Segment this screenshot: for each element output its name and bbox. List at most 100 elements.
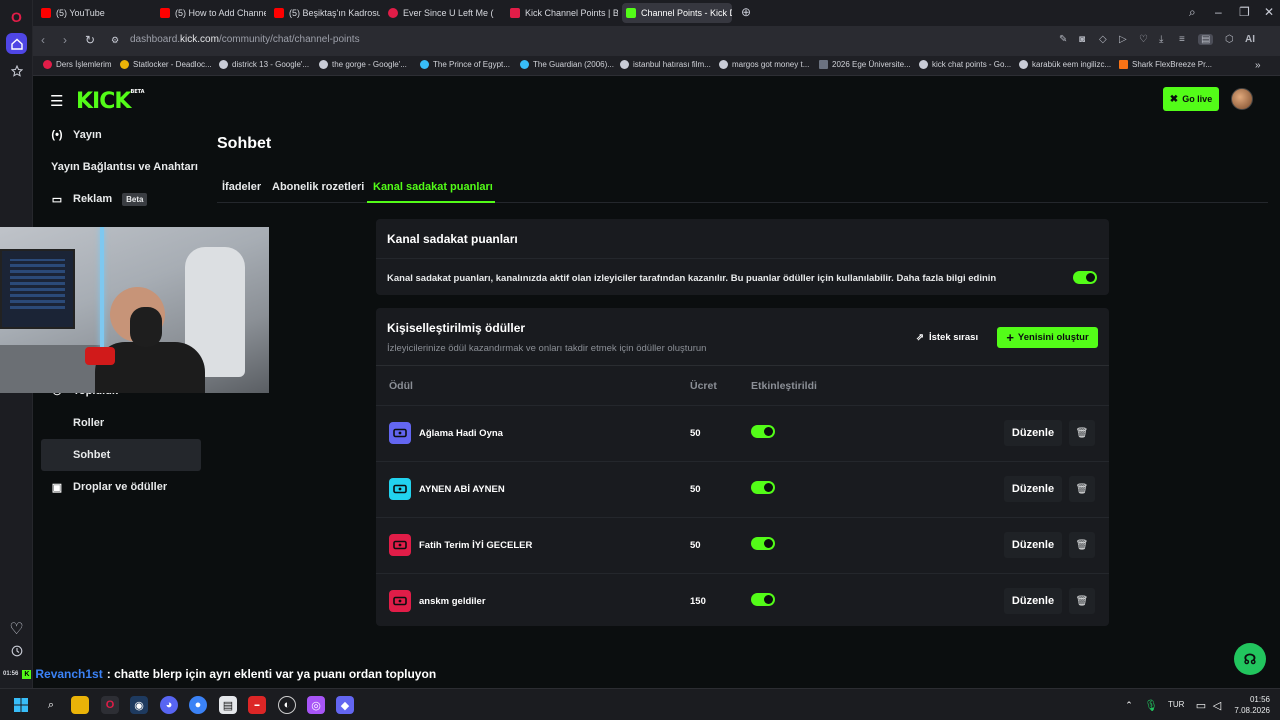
aria-ai-button[interactable]: AI <box>1245 34 1255 45</box>
create-reward-button[interactable]: + Yenisini oluştur <box>997 327 1098 348</box>
bookmark[interactable]: karabük eem ingilizc... <box>1019 60 1111 69</box>
support-chat-icon[interactable]: ☊ <box>1234 643 1266 675</box>
reward-toggle[interactable] <box>751 425 775 438</box>
app-icon[interactable]: ◎ <box>307 696 325 714</box>
avatar[interactable] <box>1231 88 1253 110</box>
clock[interactable]: 01:56 7.08.2026 <box>1230 694 1270 716</box>
bookmark[interactable]: the gorge - Google'... <box>319 60 407 69</box>
minimize-icon[interactable]: – <box>1215 5 1222 19</box>
close-icon[interactable]: ✕ <box>1264 5 1274 19</box>
table-row: AYNEN ABİ AYNEN 50 Düzenle 🗑 <box>376 462 1109 517</box>
reward-toggle[interactable] <box>751 593 775 606</box>
go-live-button[interactable]: ✖ Go live <box>1163 87 1219 111</box>
heart-icon[interactable]: ♡ <box>6 618 27 639</box>
site-info-icon[interactable]: ⚙ <box>111 35 119 46</box>
language-indicator[interactable]: TUR <box>1168 700 1184 709</box>
edit-button[interactable]: Düzenle <box>1004 420 1062 446</box>
discord-icon[interactable]: ◕ <box>160 696 178 714</box>
forward-icon[interactable]: › <box>63 33 67 47</box>
microphone-icon[interactable]: 🎙 <box>1142 696 1160 714</box>
reload-icon[interactable]: ↻ <box>85 33 95 47</box>
voicemeeter-icon[interactable]: ▬ <box>248 696 266 714</box>
notepad-icon[interactable]: ▤ <box>219 696 237 714</box>
edit-button[interactable]: Düzenle <box>1004 532 1062 558</box>
bookmark[interactable]: The Prince of Egypt... <box>420 60 510 69</box>
reward-toggle[interactable] <box>751 537 775 550</box>
more-bookmarks-icon[interactable]: » <box>1255 60 1261 71</box>
go-live-label: Go live <box>1182 94 1213 104</box>
bookmark[interactable]: Ders İşlemlerim <box>43 60 112 69</box>
bookmark[interactable]: margos got money t... <box>719 60 809 69</box>
edit-button[interactable]: Düzenle <box>1004 476 1062 502</box>
camera-icon[interactable]: ◙ <box>1079 34 1085 45</box>
bookmark[interactable]: The Guardian (2006)... <box>520 60 614 69</box>
loyalty-toggle[interactable] <box>1073 271 1097 284</box>
obs-icon[interactable]: ◐ <box>278 696 296 714</box>
file-explorer-icon[interactable] <box>71 696 89 714</box>
broadcast-icon: (•) <box>51 129 63 141</box>
steam-icon[interactable]: ◉ <box>130 696 148 714</box>
windows-start-icon[interactable] <box>12 696 30 714</box>
browser-tab[interactable]: (5) Beşiktaş'ın Kadrosu Yet <box>270 3 380 23</box>
chevron-up-icon[interactable]: ⌃ <box>1120 696 1138 714</box>
reward-toggle[interactable] <box>751 481 775 494</box>
bookmark[interactable]: Shark FlexBreeze Pr... <box>1119 60 1212 69</box>
request-queue-button[interactable]: ⇗ İstek sırası <box>916 327 978 347</box>
chat-username: Revanch1st <box>35 667 103 681</box>
sidebar-item-label: Yayın Bağlantısı ve Anahtarı <box>51 161 198 173</box>
bookmark[interactable]: kick chat points - Go... <box>919 60 1011 69</box>
new-tab-icon[interactable]: ⊕ <box>741 5 751 19</box>
edit-icon[interactable]: ✎ <box>1059 34 1067 45</box>
kick-logo[interactable]: KICKBETA <box>76 89 145 114</box>
browser-tab[interactable]: Ever Since U Left Me ( <box>384 3 494 23</box>
url-field[interactable]: dashboard.kick.com/community/chat/channe… <box>130 34 360 45</box>
history-icon[interactable] <box>6 640 27 661</box>
bookmark[interactable]: districk 13 - Google'... <box>219 60 309 69</box>
bookmark[interactable]: Statlocker - Deadloc... <box>120 60 212 69</box>
extensions-icon[interactable]: ⬡ <box>1225 34 1234 45</box>
app-icon[interactable]: ◆ <box>336 696 354 714</box>
heart-icon[interactable]: ♡ <box>1139 34 1148 45</box>
logo-text: KICK <box>76 89 131 114</box>
bookmark[interactable]: 2026 Ege Üniversite... <box>819 60 911 69</box>
trash-icon[interactable]: 🗑 <box>1069 476 1095 502</box>
bookmark-label: 2026 Ege Üniversite... <box>832 60 911 69</box>
opera-logo-icon[interactable]: O <box>6 6 27 27</box>
edit-button[interactable]: Düzenle <box>1004 588 1062 614</box>
tab-label: (5) How to Add Channel P <box>175 8 266 18</box>
shield-icon[interactable]: ◇ <box>1099 34 1107 45</box>
search-tabs-icon[interactable]: ⌕ <box>1189 5 1196 20</box>
vpn-icon[interactable]: ▤ <box>1198 34 1214 45</box>
browser-tab[interactable]: (5) How to Add Channel P <box>156 3 266 23</box>
browser-tab-active[interactable]: Channel Points - Kick Das <box>622 3 732 23</box>
star-icon[interactable] <box>6 60 27 81</box>
sidebar-item-drops[interactable]: ▣ Droplar ve ödüller <box>41 471 201 503</box>
menu-icon[interactable]: ≡ <box>1179 34 1185 45</box>
app-icon[interactable]: ● <box>189 696 207 714</box>
download-icon[interactable]: ⤓ <box>1159 34 1163 45</box>
search-icon[interactable]: ⌕ <box>42 696 60 714</box>
browser-tab[interactable]: Kick Channel Points | Blerp <box>506 3 618 23</box>
volume-icon[interactable]: ◁ <box>1208 696 1226 714</box>
play-icon[interactable]: ▷ <box>1119 34 1127 45</box>
tab-emotes[interactable]: İfadeler <box>222 181 261 193</box>
tab-channel-points[interactable]: Kanal sadakat puanları <box>373 181 493 193</box>
back-icon[interactable]: ‹ <box>41 33 45 47</box>
home-icon[interactable] <box>6 33 27 54</box>
bookmark[interactable]: istanbul hatırası film... <box>620 60 711 69</box>
sidebar-item-stream[interactable]: (•) Yayın <box>41 119 201 151</box>
bookmark-label: districk 13 - Google'... <box>232 60 310 69</box>
sidebar-item-chat[interactable]: Sohbet <box>41 439 201 471</box>
trash-icon[interactable]: 🗑 <box>1069 532 1095 558</box>
tab-sub-badges[interactable]: Abonelik rozetleri <box>272 181 364 193</box>
bookmark-label: Statlocker - Deadloc... <box>133 60 212 69</box>
browser-tab[interactable]: (5) YouTube <box>37 3 152 23</box>
hamburger-icon[interactable]: ☰ <box>50 92 63 110</box>
sidebar-item-ads[interactable]: ▭ Reklam Beta <box>41 183 201 215</box>
trash-icon[interactable]: 🗑 <box>1069 588 1095 614</box>
maximize-icon[interactable]: ❐ <box>1239 5 1250 19</box>
trash-icon[interactable]: 🗑 <box>1069 420 1095 446</box>
opera-icon[interactable]: O <box>101 696 119 714</box>
sidebar-item-roles[interactable]: Roller <box>41 407 201 439</box>
sidebar-item-stream-key[interactable]: Yayın Bağlantısı ve Anahtarı <box>41 151 217 183</box>
